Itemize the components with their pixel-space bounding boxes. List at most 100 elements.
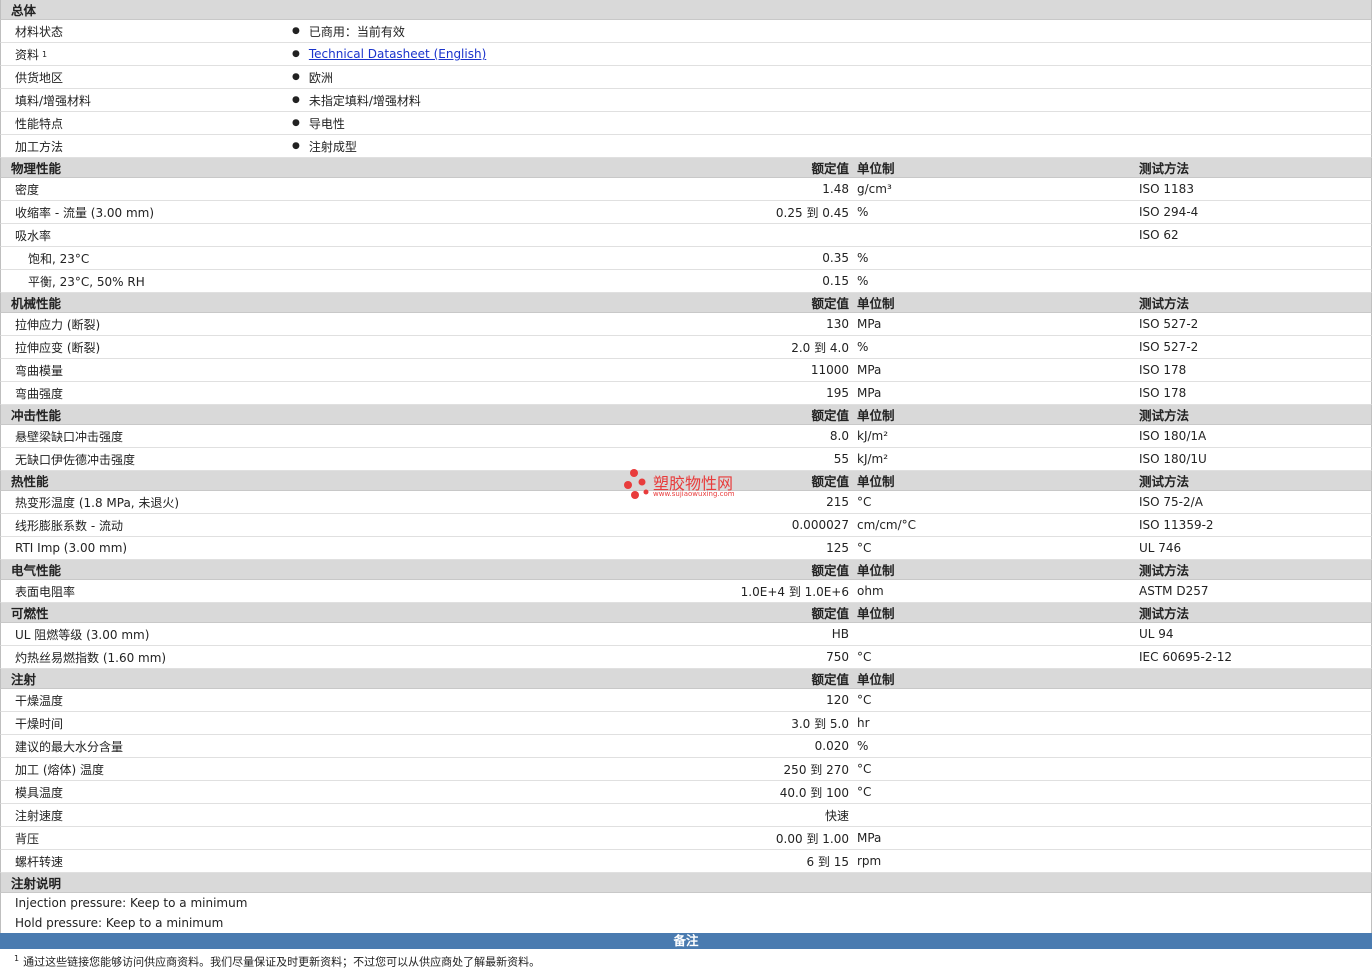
property-unit: MPa [857,386,882,400]
watermark: 塑胶物性网 www.sujiaowuxing.com [622,468,762,504]
section-title: 注射 [11,672,37,687]
property-name: 弯曲模量 [15,363,64,378]
property-value: 8.0 [829,429,849,443]
bullet-icon: ● [292,141,300,151]
column-header-unit: 单位制 [857,474,895,489]
property-unit: MPa [857,363,882,377]
section-header: 可燃性 额定值 单位制 测试方法 [0,603,1372,623]
property-unit: cm/cm/°C [857,518,917,532]
property-unit: % [857,205,869,219]
property-value: 250 到 270 [783,762,849,777]
property-value: ● 欧洲 [292,66,333,88]
property-row: 拉伸应力 (断裂) 130 MPa ISO 527-2 [0,313,1372,336]
section-header-notes: 注射说明 [0,873,1372,893]
column-header-unit: 单位制 [857,408,895,423]
column-header-value: 额定值 [811,408,849,423]
property-name: 加工方法 [15,135,63,157]
value-text: 注射成型 [308,139,357,154]
section-header: 机械性能 额定值 单位制 测试方法 [0,293,1372,313]
general-row: 性能特点 ● 导电性 [0,112,1372,135]
property-unit: °C [857,762,872,776]
property-row: RTI Imp (3.00 mm) 125 °C UL 746 [0,537,1372,560]
property-row: 弯曲模量 11000 MPa ISO 178 [0,359,1372,382]
property-name: 平衡, 23°C, 50% RH [28,274,145,289]
test-method: ISO 1183 [1139,182,1194,196]
property-value: 55 [833,452,849,466]
property-row: 密度 1.48 g/cm³ ISO 1183 [0,178,1372,201]
property-unit: °C [857,650,872,664]
property-label: 加工方法 [15,139,64,154]
property-value: ● 注射成型 [292,135,357,157]
test-method: UL 94 [1139,627,1174,641]
column-header-method: 测试方法 [1139,161,1190,176]
column-header-value: 额定值 [811,672,849,687]
test-method: ISO 178 [1139,363,1187,377]
property-name: 资料 1 [15,43,47,65]
test-method: ASTM D257 [1139,584,1209,598]
property-value: 120 [826,693,849,707]
property-name: 收缩率 - 流量 (3.00 mm) [15,205,155,220]
column-header-value: 额定值 [811,161,849,176]
property-name: 热变形温度 (1.8 MPa, 未退火) [15,495,180,510]
property-unit: MPa [857,317,882,331]
general-row: 填料/增强材料 ● 未指定填料/增强材料 [0,89,1372,112]
column-header-value: 额定值 [811,606,849,621]
property-row: 饱和, 23°C 0.35% [0,247,1372,270]
test-method: ISO 527-2 [1139,340,1199,354]
property-value: 750 [826,650,849,664]
property-name: 建议的最大水分含量 [15,739,124,754]
datasheet-link[interactable]: Technical Datasheet (English) [309,47,486,61]
property-unit: kJ/m² [857,429,889,443]
property-row: 灼热丝易燃指数 (1.60 mm) 750 °C IEC 60695-2-12 [0,646,1372,669]
property-value: 195 [826,386,849,400]
property-name: 灼热丝易燃指数 (1.60 mm) [15,650,167,665]
property-value: 215 [826,495,849,509]
column-header-method: 测试方法 [1139,408,1190,423]
property-value: 0.35 [822,251,849,265]
test-method: ISO 180/1A [1139,429,1207,443]
property-value: 130 [826,317,849,331]
property-value: 0.25 到 0.45 [775,205,849,220]
section-header: 物理性能 额定值 单位制 测试方法 [0,158,1372,178]
column-header-unit: 单位制 [857,296,895,311]
property-name: UL 阻燃等级 (3.00 mm) [15,627,150,642]
property-value: 1.48 [822,182,849,196]
property-value: 快速 [824,808,849,823]
test-method: ISO 180/1U [1139,452,1207,466]
property-row: 模具温度 40.0 到 100 °C [0,781,1372,804]
property-row: 线形膨胀系数 - 流动 0.000027 cm/cm/°C ISO 11359-2 [0,514,1372,537]
section-title: 热性能 [11,474,49,489]
property-name: 弯曲强度 [15,386,64,401]
property-value: 6 到 15 [806,854,849,869]
property-unit: rpm [857,854,882,868]
property-name: 背压 [15,831,40,846]
value-text: 未指定填料/增强材料 [308,93,421,108]
note-text: Injection pressure: Keep to a minimum [15,896,248,910]
property-unit: % [857,251,869,265]
property-name: 密度 [15,182,40,197]
property-row: 干燥时间 3.0 到 5.0 hr [0,712,1372,735]
section-title: 机械性能 [11,296,62,311]
column-header-value: 额定值 [811,563,849,578]
remarks-header: 备注 [0,933,1372,949]
property-row: 收缩率 - 流量 (3.00 mm) 0.25 到 0.45% ISO 294-4 [0,201,1372,224]
note-line: Injection pressure: Keep to a minimum [0,893,1372,913]
property-name: 饱和, 23°C [28,251,90,266]
property-value: 0.000027 [791,518,849,532]
value-text: 导电性 [308,116,345,131]
property-name: 注射速度 [15,808,64,823]
property-value: ● 导电性 [292,112,345,134]
bullet-icon: ● [292,95,300,105]
property-value: 0.00 到 1.00 [775,831,849,846]
property-value: 125 [826,541,849,555]
footnote-marker: 1 [42,49,48,59]
property-value: 40.0 到 100 [779,785,849,800]
test-method: ISO 75-2/A [1139,495,1203,509]
property-row: UL 阻燃等级 (3.00 mm) HB UL 94 [0,623,1372,646]
property-label: 材料状态 [15,24,64,39]
footnote-number: 1 [14,954,20,963]
column-header-unit: 单位制 [857,161,895,176]
bullet-icon: ● [292,72,300,82]
value-text: 欧洲 [308,70,333,85]
property-name: 性能特点 [15,112,63,134]
